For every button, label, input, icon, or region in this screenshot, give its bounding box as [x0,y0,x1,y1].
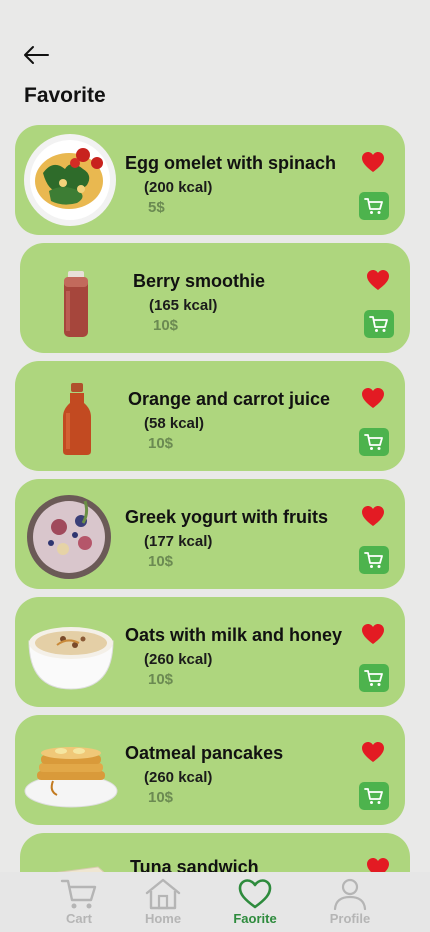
cart-icon [369,316,388,332]
heart-icon[interactable] [366,857,390,872]
home-icon [145,878,181,910]
favorite-item[interactable]: Greek yogurt with fruits (177 kcal) 10$ [15,479,405,589]
tab-favorite[interactable]: Faorite [215,878,295,932]
item-price: 10$ [148,671,174,688]
item-name: Greek yogurt with fruits [125,507,329,527]
greek-yogurt-image [27,495,111,579]
tab-home[interactable]: Home [123,878,203,932]
cart-icon [364,434,383,450]
heart-icon[interactable] [361,741,385,763]
item-name: Oatmeal pancakes [125,743,284,763]
berry-smoothie-image [64,271,88,337]
favorite-item[interactable]: Berry smoothie (165 kcal) 10$ [20,243,410,353]
orange-carrot-juice-image [63,383,91,455]
heart-icon[interactable] [366,269,390,291]
heart-icon [238,879,272,909]
item-calories: (260 kcal) [144,769,213,786]
tuna-sandwich-image [56,866,105,872]
cart-icon [364,670,383,686]
item-name: Tuna sandwich [130,857,259,872]
item-name: Egg omelet with spinach [125,153,337,173]
tab-label: Cart [65,911,92,926]
heart-icon[interactable] [361,505,385,527]
cart-icon [364,198,383,214]
favorite-item[interactable]: Orange and carrot juice (58 kcal) 10$ [15,361,405,471]
oatmeal-pancakes-image [24,747,118,808]
heart-icon[interactable] [361,151,385,173]
egg-omelet-image [24,134,116,226]
add-to-cart-button[interactable] [364,310,394,338]
heart-icon[interactable] [361,387,385,409]
oats-bowl-image [28,627,114,690]
item-name: Orange and carrot juice [128,389,331,409]
favorite-item[interactable]: Oatmeal pancakes (260 kcal) 10$ [15,715,405,825]
cart-icon [364,552,383,568]
add-to-cart-button[interactable] [359,782,389,810]
cart-icon [60,879,97,909]
bottom-tab-bar: Cart Home Faorite Profile [0,872,430,932]
add-to-cart-button[interactable] [359,546,389,574]
add-to-cart-button[interactable] [359,664,389,692]
item-calories: (200 kcal) [144,179,213,196]
profile-icon [333,878,367,910]
item-price: 10$ [148,435,174,452]
tab-label: Faorite [233,911,277,926]
item-price: 10$ [153,317,179,334]
tab-label: Profile [329,911,371,926]
item-price: 10$ [148,789,174,806]
item-calories: (260 kcal) [144,651,213,668]
favorites-list[interactable]: Egg omelet with spinach (200 kcal) 5$ Be… [0,0,430,872]
favorite-item[interactable]: Oats with milk and honey (260 kcal) 10$ [15,597,405,707]
cart-icon [364,788,383,804]
favorite-item[interactable]: Tuna sandwich [20,833,410,872]
add-to-cart-button[interactable] [359,428,389,456]
item-price: 10$ [148,553,174,570]
heart-icon[interactable] [361,623,385,645]
item-calories: (165 kcal) [149,297,218,314]
favorite-item[interactable]: Egg omelet with spinach (200 kcal) 5$ [15,125,405,235]
item-calories: (58 kcal) [144,415,205,432]
tab-cart[interactable]: Cart [39,878,119,932]
item-price: 5$ [148,199,165,216]
tab-profile[interactable]: Profile [310,878,390,932]
item-calories: (177 kcal) [144,533,213,550]
add-to-cart-button[interactable] [359,192,389,220]
item-name: Oats with milk and honey [125,625,343,645]
tab-label: Home [144,911,182,926]
item-name: Berry smoothie [133,271,266,291]
